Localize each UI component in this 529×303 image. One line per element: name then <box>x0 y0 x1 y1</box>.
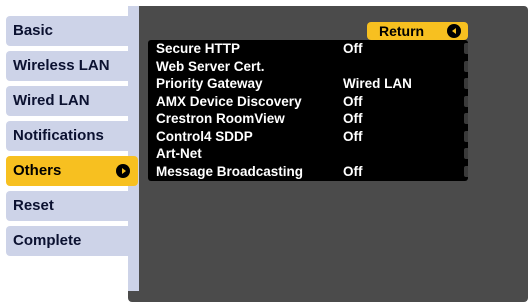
row-edge <box>464 113 468 124</box>
setting-label: AMX Device Discovery <box>156 93 302 109</box>
setting-row-amx-device-discovery[interactable]: AMX Device Discovery Off <box>148 93 468 110</box>
arrow-left-icon <box>447 24 461 38</box>
menu-item-label: Wired LAN <box>13 92 90 109</box>
setting-label: Message Broadcasting <box>156 163 304 179</box>
setting-value: Off <box>343 41 363 56</box>
setting-label: Control4 SDDP <box>156 128 253 144</box>
setting-row-message-broadcasting[interactable]: Message Broadcasting Off <box>148 163 468 180</box>
projector-menu-screen: Basic Wireless LAN Wired LAN Notificatio… <box>0 0 529 303</box>
menu-item-label: Wireless LAN <box>13 57 110 74</box>
menu-item-wireless-lan[interactable]: Wireless LAN <box>6 51 138 81</box>
setting-value: Off <box>343 163 363 179</box>
setting-label: Secure HTTP <box>156 41 241 56</box>
menu-item-label: Complete <box>13 232 82 249</box>
setting-row-priority-gateway[interactable]: Priority Gateway Wired LAN <box>148 75 468 92</box>
menu-item-others[interactable]: Others <box>6 156 138 186</box>
row-edge <box>464 95 468 107</box>
menu-item-label: Notifications <box>13 127 104 144</box>
menu-item-label: Basic <box>13 22 54 39</box>
setting-row-control4-sddp[interactable]: Control4 SDDP Off <box>148 128 468 145</box>
setting-row-secure-http[interactable]: Secure HTTP Off <box>148 40 468 57</box>
setting-row-art-net[interactable]: Art-Net <box>148 145 468 162</box>
setting-label: Crestron RoomView <box>156 111 285 126</box>
arrow-right-icon <box>116 164 130 178</box>
setting-row-crestron-roomview[interactable]: Crestron RoomView Off <box>148 110 468 127</box>
setting-row-web-server-cert[interactable]: Web Server Cert. <box>148 58 468 75</box>
row-edge <box>464 130 468 142</box>
menu-item-notifications[interactable]: Notifications <box>6 121 138 151</box>
setting-value: Off <box>343 111 363 126</box>
row-edge <box>464 78 468 89</box>
row-edge <box>464 148 468 159</box>
menu-item-label: Reset <box>13 197 54 214</box>
settings-list: Secure HTTP Off Web Server Cert. Priorit… <box>148 40 468 181</box>
setting-value: Off <box>343 128 363 144</box>
return-button[interactable]: Return <box>367 22 468 40</box>
setting-value: Off <box>343 93 363 109</box>
menu-item-complete[interactable]: Complete <box>6 226 138 256</box>
return-label: Return <box>379 23 425 39</box>
menu-item-basic[interactable]: Basic <box>6 16 138 46</box>
setting-label: Priority Gateway <box>156 76 263 91</box>
menu-item-label: Others <box>13 162 62 179</box>
row-edge <box>464 60 468 72</box>
row-edge <box>464 43 468 54</box>
setting-label: Web Server Cert. <box>156 58 265 74</box>
menu-item-reset[interactable]: Reset <box>6 191 138 221</box>
setting-label: Art-Net <box>156 146 202 161</box>
setting-value: Wired LAN <box>343 76 412 91</box>
row-edge <box>464 165 468 177</box>
menu-item-wired-lan[interactable]: Wired LAN <box>6 86 138 116</box>
